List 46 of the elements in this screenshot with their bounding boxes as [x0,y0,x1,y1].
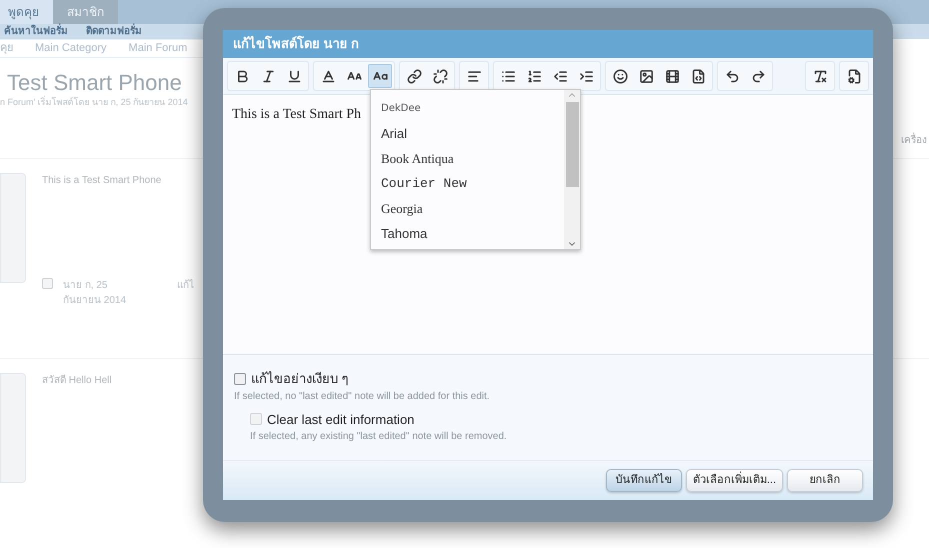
link-icon [406,68,422,84]
sub-nav-link[interactable]: ค้นหาในฟอรั่ม [4,24,68,39]
text-color-icon [320,68,336,84]
checkbox-label: Clear last edit information [267,410,414,428]
nav-tab[interactable]: พูดคุย [0,0,53,24]
side-label: เครื่อง [901,133,927,148]
editor-text: This is a Test Smart Ph [232,106,362,124]
thread-title: Test Smart Phone [7,70,182,96]
underline-icon [286,68,302,84]
dialog-title: แก้ไขโพสต์โดย นาย ก [233,34,360,54]
bullet-list-icon [500,68,516,84]
dialog-button[interactable]: ยกเลิก [787,469,863,492]
document-gear-icon [846,68,862,84]
font-family-button[interactable] [368,64,392,88]
outdent-icon [552,68,568,84]
indent-icon [578,68,594,84]
font-option[interactable]: DekDee [381,96,564,121]
font-option[interactable]: Courier New [381,171,564,196]
numbered-list-icon [526,68,542,84]
dialog-button[interactable]: บันทึกแก้ไข [606,469,682,492]
film-icon [664,68,680,84]
thread-meta: n Forum' เริ่มโพสต์โดย นาย ก, 25 กันยายน 2014 [0,96,189,108]
image-icon [638,68,654,84]
post-author-date: นาย ก, 25 กันยายน 2014 [63,279,128,308]
unlink-icon [432,68,448,84]
option-hint: If selected, any existing "last edited" note will be removed. [250,430,508,444]
checkbox-label: แก้ไขอย่างเงียบ ๆ [251,370,349,388]
post-message: This is a Test Smart Phone [42,174,162,188]
code-document-icon [690,68,706,84]
clear-format-icon [812,68,828,84]
font-option[interactable]: Tahoma [381,221,564,246]
align-left-icon [466,68,482,84]
smiley-icon [612,68,628,84]
redo-icon [750,68,766,84]
option-hint: If selected, no "last edited" note will be added for this edit. [234,390,491,404]
scrollbar-thumb[interactable] [566,102,578,187]
post-message: สวัสดี Hello Hell [42,374,112,388]
font-option[interactable]: Arial [381,121,564,146]
sub-nav-link[interactable]: ติดตามฟอรั่ม [86,24,142,39]
font-option[interactable]: Book Antiqua [381,146,564,171]
undo-icon [724,68,740,84]
post-checkbox[interactable] [42,278,53,289]
font-option[interactable]: Georgia [381,196,564,221]
dialog-button[interactable]: ตัวเลือกเพิ่มเติม... [686,469,783,492]
italic-icon [260,68,276,84]
checkbox[interactable] [234,372,246,385]
